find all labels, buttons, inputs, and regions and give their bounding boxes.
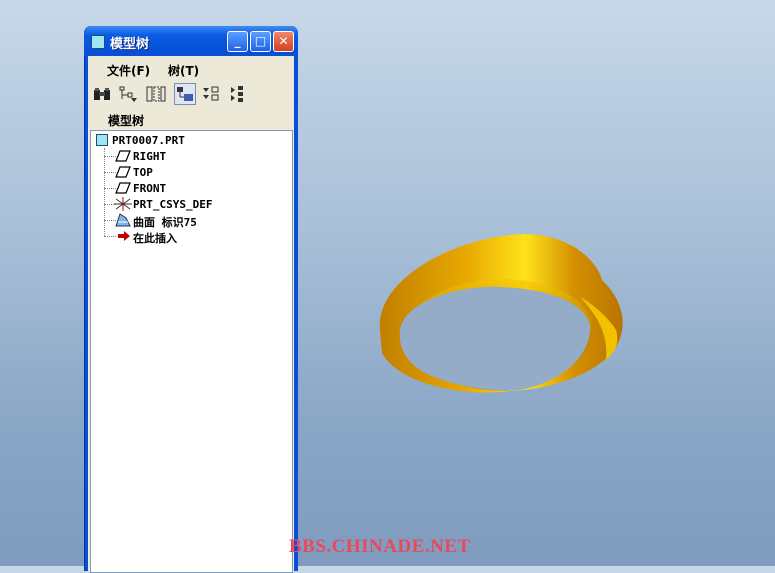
- window-client-area: 文件(F) 树(T) 模型树 PRT0007.PRT RIGHT TOP FRO…: [88, 56, 294, 573]
- insert-here-arrow-icon: [118, 231, 130, 241]
- model-tree-panel[interactable]: PRT0007.PRT RIGHT TOP FRONT PRT_CSYS_DEF…: [90, 130, 293, 573]
- expand-icon[interactable]: [201, 84, 221, 104]
- surface-feature-icon: [115, 213, 131, 227]
- toolbar: [88, 82, 294, 108]
- datum-plane-icon: [115, 166, 131, 178]
- tree-item-insert-here[interactable]: 在此插入: [133, 230, 177, 246]
- model-tree-window: 模型树 _ □ ✕ 文件(F) 树(T) 模型树 PRT0007.PRT RIG…: [84, 26, 298, 573]
- maximize-button[interactable]: □: [250, 31, 271, 52]
- tree-root-item[interactable]: PRT0007.PRT: [112, 134, 185, 147]
- mobius-surface-model[interactable]: [370, 225, 635, 410]
- window-titlebar[interactable]: 模型树 _ □ ✕: [84, 26, 298, 56]
- binoculars-icon[interactable]: [92, 84, 112, 104]
- tree-connector-line: [104, 236, 116, 237]
- model-tree-label: 模型树: [108, 114, 145, 128]
- tree-item-csys[interactable]: PRT_CSYS_DEF: [133, 198, 212, 211]
- menu-file[interactable]: 文件(F): [107, 62, 150, 79]
- columns-icon[interactable]: [146, 84, 166, 104]
- menu-tree[interactable]: 树(T): [168, 62, 199, 79]
- part-icon: [96, 134, 108, 146]
- minimize-button[interactable]: _: [227, 31, 248, 52]
- menu-bar: 文件(F) 树(T): [88, 58, 294, 80]
- close-icon: ✕: [278, 34, 289, 48]
- model-tree-app-icon: [91, 35, 105, 49]
- tree-connector-line: [104, 148, 105, 236]
- coordinate-system-icon: [114, 197, 132, 211]
- datum-plane-icon: [115, 182, 131, 194]
- display-mode-icon[interactable]: [174, 83, 196, 105]
- close-button[interactable]: ✕: [273, 31, 294, 52]
- tree-filter-icon[interactable]: [118, 84, 138, 104]
- maximize-icon: □: [254, 34, 267, 48]
- window-title: 模型树: [110, 37, 150, 52]
- tree-item-top[interactable]: TOP: [133, 166, 153, 179]
- minimize-icon: _: [234, 34, 241, 48]
- watermark-text: BBS.CHINADE.NET: [289, 536, 471, 557]
- tree-item-surface[interactable]: 曲面 标识75: [133, 214, 197, 230]
- tree-item-right[interactable]: RIGHT: [133, 150, 166, 163]
- tree-item-front[interactable]: FRONT: [133, 182, 166, 195]
- collapse-icon[interactable]: [228, 84, 248, 104]
- datum-plane-icon: [115, 150, 131, 162]
